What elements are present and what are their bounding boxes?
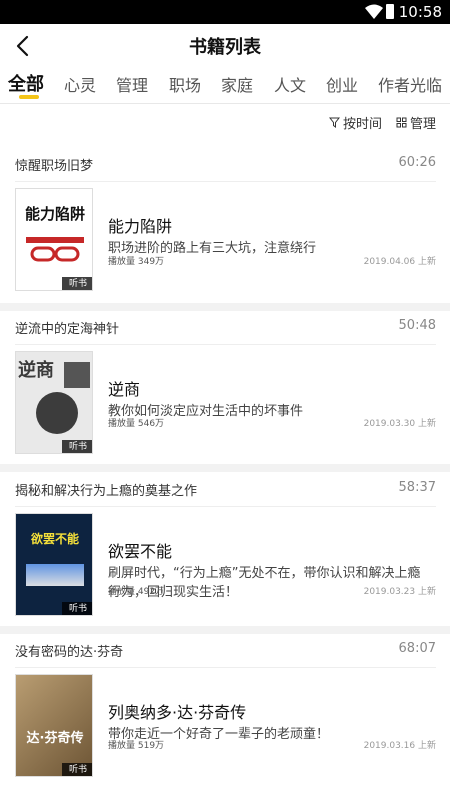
book-card[interactable]: 逆流中的定海神针 50:48 逆商 听书 逆商 教你如何淡定应对生活中的坏事件 …: [0, 318, 450, 464]
book-card[interactable]: 惊醒职场旧梦 60:26 能力陷阱 听书 能力陷阱 职场进阶的路上有三大坑，注意…: [0, 155, 450, 301]
book-heading: 揭秘和解决行为上瘾的奠基之作: [15, 484, 198, 499]
tab-all[interactable]: 全部: [8, 70, 44, 96]
sort-by-time-button[interactable]: 按时间: [329, 113, 382, 132]
listen-badge: 听书: [62, 440, 92, 453]
book-heading: 没有密码的达·芬奇: [15, 645, 124, 660]
page-title: 书籍列表: [189, 37, 261, 58]
book-title: 能力陷阱: [108, 217, 173, 236]
play-count: 播放量 492万: [108, 587, 165, 597]
book-card[interactable]: 没有密码的达·芬奇 68:07 达·芬奇传 听书 列奥纳多·达·芬奇传 带你走近…: [0, 641, 450, 787]
book-duration: 60:26: [398, 155, 436, 170]
cover-stripe: [26, 237, 84, 243]
play-count: 播放量 519万: [108, 741, 165, 751]
book-title: 欲罢不能: [108, 542, 173, 561]
tab-startup[interactable]: 创业: [326, 72, 358, 96]
card-separator: [15, 344, 436, 345]
listen-badge-label: 听书: [68, 604, 87, 614]
listen-badge-label: 听书: [68, 279, 87, 289]
listen-badge-label: 听书: [68, 765, 87, 775]
list-toolbar: 按时间 管理: [0, 110, 450, 136]
tab-workplace[interactable]: 职场: [169, 72, 201, 96]
card-divider: [0, 626, 450, 634]
cover-circle: [36, 392, 78, 434]
cover-title: 达·芬奇传: [26, 731, 84, 746]
card-separator: [15, 667, 436, 668]
status-time: 10:58: [398, 3, 442, 21]
book-cover[interactable]: 能力陷阱 听书: [15, 188, 93, 291]
book-title: 逆商: [108, 380, 141, 399]
nav-bar: 书籍列表: [0, 24, 450, 68]
book-cover[interactable]: 逆商 听书: [15, 351, 93, 454]
cover-title: 能力陷阱: [24, 205, 85, 223]
tab-author-visit[interactable]: 作者光临: [378, 72, 442, 96]
card-separator: [15, 181, 436, 182]
book-cover[interactable]: 欲罢不能 听书: [15, 513, 93, 616]
cover-title: 逆商: [18, 360, 54, 381]
listen-badge: 听书: [62, 602, 92, 615]
cover-title: 欲罢不能: [30, 532, 79, 546]
book-card[interactable]: 揭秘和解决行为上瘾的奠基之作 58:37 欲罢不能 听书 欲罢不能 刷屏时代，“…: [0, 480, 450, 626]
sort-label: 按时间: [343, 117, 383, 132]
tab-humanities[interactable]: 人文: [274, 72, 306, 96]
tab-family[interactable]: 家庭: [221, 72, 253, 96]
cover-block: [64, 362, 90, 388]
listen-badge: 听书: [62, 277, 92, 290]
play-count: 播放量 546万: [108, 419, 165, 429]
card-divider: [0, 464, 450, 472]
cover-glow: [26, 564, 84, 586]
wifi-icon: [365, 4, 383, 19]
listen-badge: 听书: [62, 763, 92, 776]
battery-icon: [386, 4, 394, 19]
manage-button[interactable]: 管理: [396, 113, 436, 132]
book-heading: 逆流中的定海神针: [15, 322, 120, 337]
book-duration: 68:07: [398, 641, 436, 656]
release-date: 2019.04.06 上新: [363, 257, 436, 267]
book-heading: 惊醒职场旧梦: [15, 159, 94, 174]
listen-badge-label: 听书: [68, 442, 87, 452]
chain-graphic: [30, 246, 80, 262]
active-tab-indicator: [19, 95, 39, 99]
release-date: 2019.03.30 上新: [363, 419, 436, 429]
release-date: 2019.03.23 上新: [363, 587, 436, 597]
card-separator: [15, 506, 436, 507]
status-bar: 10:58: [0, 0, 450, 24]
book-title: 列奥纳多·达·芬奇传: [108, 703, 247, 722]
filter-icon: [329, 117, 340, 128]
tab-mind[interactable]: 心灵: [64, 72, 96, 96]
play-count: 播放量 349万: [108, 257, 165, 267]
book-cover[interactable]: 达·芬奇传 听书: [15, 674, 93, 777]
grid-icon: [396, 117, 407, 128]
tab-divider: [0, 103, 450, 104]
tab-management[interactable]: 管理: [116, 72, 148, 96]
book-duration: 58:37: [398, 480, 436, 495]
manage-label: 管理: [410, 117, 437, 132]
card-divider: [0, 303, 450, 311]
category-tabs: 全部 心灵 管理 职场 家庭 人文 创业 作者光临: [0, 68, 450, 102]
release-date: 2019.03.16 上新: [363, 741, 436, 751]
book-duration: 50:48: [398, 318, 436, 333]
